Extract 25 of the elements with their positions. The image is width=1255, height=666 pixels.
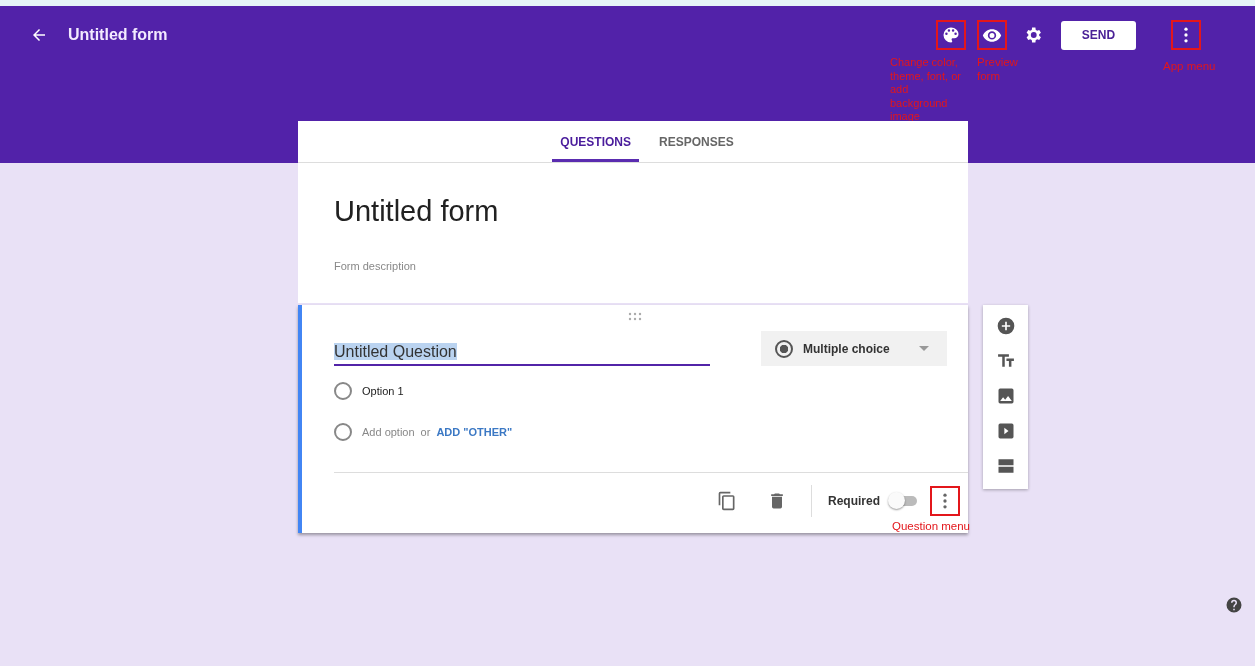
required-toggle[interactable] (888, 492, 918, 510)
or-text: or (420, 426, 431, 438)
radio-button[interactable] (334, 423, 352, 441)
drag-handle-icon[interactable] (627, 311, 643, 322)
option-label[interactable]: Option 1 (362, 385, 404, 397)
form-title: Untitled form (68, 26, 168, 44)
tab[interactable]: RESPONSES (651, 121, 742, 162)
question-type-dropdown[interactable]: Multiple choice (761, 331, 947, 366)
caret-icon (919, 346, 929, 351)
form-title-field[interactable]: Untitled form (334, 195, 932, 228)
required-label: Required (828, 494, 880, 508)
copy-icon[interactable] (717, 491, 737, 511)
dropdown-label: Multiple choice (803, 341, 891, 356)
annotation-label: Change color, theme, font, or add background image (890, 56, 962, 124)
question-title-field[interactable]: Untitled Question (334, 325, 710, 366)
send-button[interactable]: SEND (1061, 20, 1136, 50)
annotation-label: Question menu (892, 520, 970, 534)
annotation-label: App menu (1163, 60, 1216, 74)
radio-icon (775, 339, 793, 358)
radio-button[interactable] (334, 382, 352, 400)
add-option-field[interactable]: Add option (362, 426, 415, 438)
add-other-link[interactable]: ADD "OTHER" (436, 426, 513, 438)
help-icon[interactable] (1225, 596, 1243, 614)
description-field[interactable]: Form description (334, 260, 932, 272)
annotation-label: Preview form (977, 56, 1019, 83)
